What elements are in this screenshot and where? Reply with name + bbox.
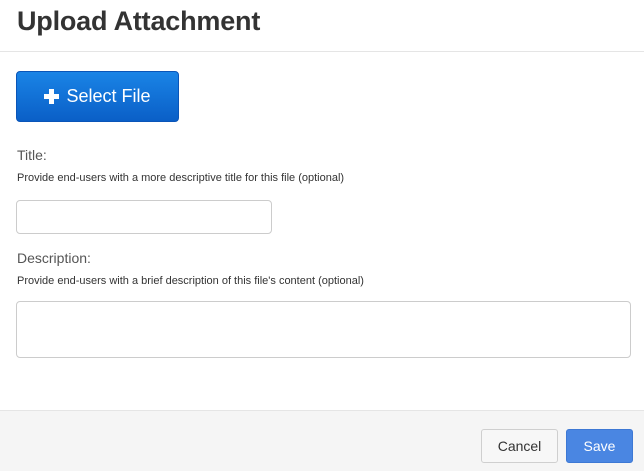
dialog-footer: Cancel Save bbox=[0, 410, 644, 471]
upload-attachment-dialog: Upload Attachment Select File Title: Pro… bbox=[0, 0, 644, 471]
select-file-button[interactable]: Select File bbox=[16, 71, 179, 122]
cancel-button[interactable]: Cancel bbox=[481, 429, 558, 463]
title-input[interactable] bbox=[16, 200, 272, 234]
title-label: Title: bbox=[17, 147, 47, 163]
dialog-body: Select File Title: Provide end-users wit… bbox=[0, 53, 644, 410]
select-file-label: Select File bbox=[66, 86, 151, 106]
description-help-text: Provide end-users with a brief descripti… bbox=[17, 275, 364, 287]
save-button[interactable]: Save bbox=[566, 429, 633, 463]
dialog-title: Upload Attachment bbox=[17, 6, 261, 36]
description-textarea[interactable] bbox=[16, 301, 631, 358]
plus-icon bbox=[44, 89, 60, 104]
title-help-text: Provide end-users with a more descriptiv… bbox=[17, 172, 345, 184]
description-label: Description: bbox=[17, 250, 91, 266]
dialog-header: Upload Attachment bbox=[0, 0, 644, 52]
